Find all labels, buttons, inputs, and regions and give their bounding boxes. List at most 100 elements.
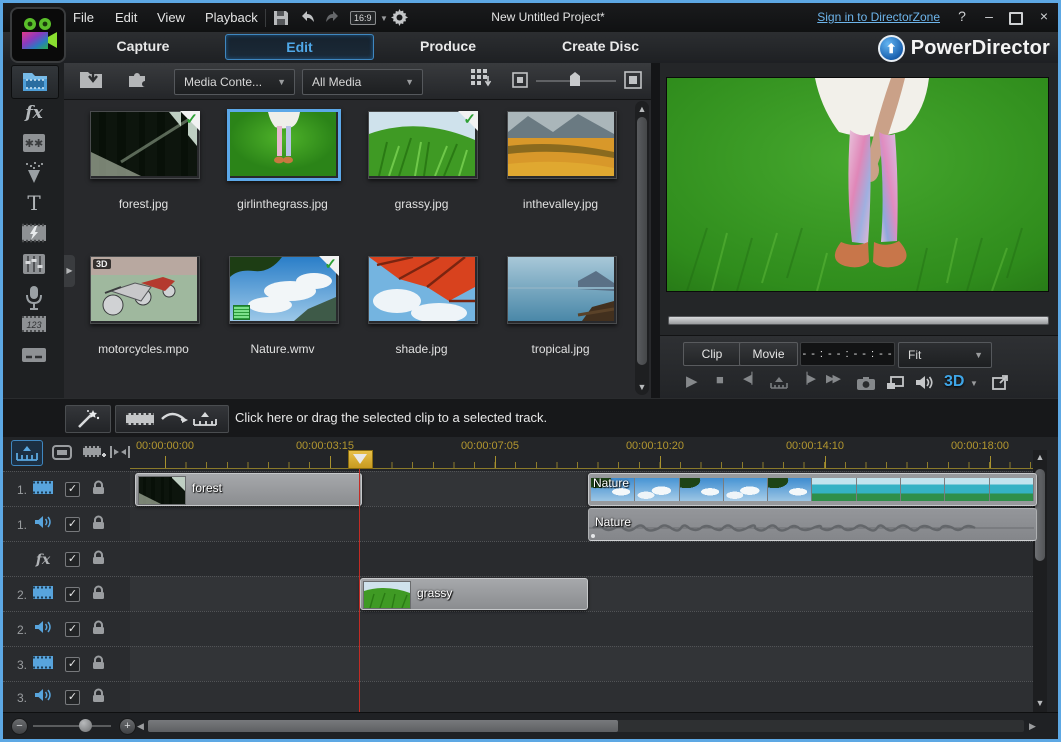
snapshot-camera-icon[interactable] (857, 377, 875, 395)
zoom-out-button[interactable]: − (11, 718, 28, 735)
timeline-ruler[interactable]: 00:00:00:00 00:00:03:15 00:00:07:05 00:0… (130, 437, 1033, 469)
tab-create-disc[interactable]: Create Disc (543, 38, 658, 54)
library-thumb-nature[interactable]: ✓ (229, 256, 339, 324)
volume-icon[interactable] (915, 375, 933, 395)
playhead-line[interactable] (359, 451, 360, 712)
track-enable-checkbox[interactable]: ✓ (65, 482, 80, 497)
thumb-size-small-icon[interactable] (512, 72, 528, 93)
menu-edit[interactable]: Edit (109, 3, 143, 32)
track-audio-2[interactable] (130, 611, 1033, 647)
pane-splitter[interactable] (651, 63, 660, 398)
preview-seek-bar[interactable] (668, 316, 1049, 325)
stop-button[interactable]: ■ (716, 372, 724, 387)
sidebar-item-voiceover-room[interactable] (11, 285, 57, 313)
library-thumb-tropical[interactable] (507, 256, 617, 324)
track-enable-checkbox[interactable]: ✓ (65, 690, 80, 705)
import-media-icon[interactable] (74, 68, 108, 94)
library-explorer-flyout-handle[interactable]: ▶ (64, 255, 75, 287)
clip-mode-button[interactable]: Clip (683, 342, 741, 366)
3d-caret-icon[interactable]: ▼ (970, 379, 978, 388)
previous-frame-button[interactable]: ◀▏ (743, 372, 760, 385)
library-thumb-forest[interactable]: ✓ (90, 111, 200, 179)
menu-playback[interactable]: Playback (199, 3, 264, 32)
sidebar-item-particle-room[interactable] (11, 161, 57, 189)
scroll-down-icon[interactable]: ▼ (635, 382, 649, 392)
3d-toggle-button[interactable]: 3D (944, 373, 964, 391)
maximize-button[interactable] (1006, 8, 1026, 28)
resize-preview-icon[interactable] (992, 375, 1009, 395)
signin-directorzone-link[interactable]: Sign in to DirectorZone (817, 10, 940, 24)
track-enable-checkbox[interactable]: ✓ (65, 552, 80, 567)
next-frame-button[interactable]: ▕▶ (799, 372, 816, 385)
sidebar-item-media-room[interactable] (11, 65, 59, 99)
playhead-marker[interactable] (348, 450, 373, 469)
thumb-size-slider-handle[interactable] (569, 71, 581, 92)
menu-view[interactable]: View (151, 3, 191, 32)
library-scrollbar[interactable]: ▲ ▼ (635, 101, 649, 395)
thumb-size-large-icon[interactable] (624, 71, 642, 94)
scroll-up-icon[interactable]: ▲ (1033, 452, 1047, 462)
scroll-up-icon[interactable]: ▲ (635, 104, 649, 114)
track-audio-3[interactable] (130, 681, 1033, 713)
sort-view-icon[interactable] (464, 68, 498, 94)
scroll-left-icon[interactable]: ◀ (137, 720, 144, 732)
library-thumb-shade[interactable] (368, 256, 478, 324)
track-lock-icon[interactable] (92, 620, 105, 640)
track-lock-icon[interactable] (92, 515, 105, 535)
track-enable-checkbox[interactable]: ✓ (65, 587, 80, 602)
zoom-in-button[interactable]: + (119, 718, 136, 735)
preview-zoom-dropdown[interactable]: Fit ▼ (898, 342, 992, 368)
room-filter-dropdown[interactable]: Media Conte... ▼ (174, 69, 295, 95)
help-button[interactable]: ? (952, 8, 972, 24)
library-scrollbar-thumb[interactable] (637, 117, 647, 365)
clip-grassy[interactable]: grassy (360, 578, 588, 610)
tab-produce[interactable]: Produce (398, 38, 498, 54)
scroll-right-icon[interactable]: ▶ (1029, 720, 1036, 732)
track-enable-checkbox[interactable]: ✓ (65, 657, 80, 672)
track-lock-icon[interactable] (92, 688, 105, 708)
track-lock-icon[interactable] (92, 655, 105, 675)
library-thumb-grassy[interactable]: ✓ (368, 111, 478, 179)
add-to-track-button[interactable] (115, 405, 229, 433)
sidebar-item-subtitle-room[interactable] (11, 347, 57, 375)
fast-forward-button[interactable]: ▶▶ (826, 372, 839, 385)
timeline-view-button[interactable] (11, 440, 43, 466)
storyboard-view-button[interactable] (47, 440, 77, 464)
sidebar-item-chapter-room[interactable]: 123 (11, 315, 57, 343)
library-thumb-inthevalley[interactable] (507, 111, 617, 179)
sidebar-item-effect-room[interactable]: fx (11, 103, 57, 131)
track-enable-checkbox[interactable]: ✓ (65, 517, 80, 532)
timeline-hscrollbar[interactable] (148, 720, 1024, 732)
timeline-hscrollbar-thumb[interactable] (148, 720, 618, 732)
tab-edit[interactable]: Edit (225, 34, 374, 60)
sidebar-item-transition-room[interactable] (11, 223, 57, 251)
media-filter-dropdown[interactable]: All Media ▼ (302, 69, 423, 95)
timecode-display[interactable]: - - : - - : - - : - - (800, 342, 895, 366)
play-button[interactable]: ▶ (686, 372, 698, 390)
track-enable-checkbox[interactable]: ✓ (65, 622, 80, 637)
track-lock-icon[interactable] (92, 480, 105, 500)
clip-nature-audio[interactable]: Nature (588, 508, 1037, 541)
track-lock-icon[interactable] (92, 550, 105, 570)
magic-tools-button[interactable] (65, 405, 111, 433)
timeline-zoom-handle[interactable] (79, 719, 92, 732)
sidebar-item-pip-objects-room[interactable]: ✱✱ (11, 133, 57, 161)
timeline-zoom-slider[interactable] (33, 725, 111, 727)
track-fx[interactable] (130, 541, 1033, 577)
plugin-puzzle-icon[interactable] (120, 68, 154, 94)
track-video-3[interactable] (130, 646, 1033, 682)
sidebar-item-title-room[interactable]: T (11, 191, 57, 219)
library-thumb-girlinthegrass[interactable] (227, 109, 341, 181)
movie-mode-button[interactable]: Movie (739, 342, 798, 366)
clip-forest[interactable]: forest (135, 473, 362, 506)
minimize-button[interactable]: – (979, 8, 999, 24)
scroll-down-icon[interactable]: ▼ (1033, 698, 1047, 708)
menu-file[interactable]: File (67, 3, 100, 32)
track-lock-icon[interactable] (92, 585, 105, 605)
seek-ruler-icon[interactable] (770, 376, 788, 394)
clip-nature-video[interactable]: Nature (588, 473, 1037, 506)
aspect-ratio-badge[interactable]: 16:9 (350, 11, 376, 25)
sidebar-item-audio-mixing-room[interactable] (11, 253, 57, 281)
library-thumb-motorcycles[interactable]: 3D (90, 256, 200, 324)
close-button[interactable]: × (1034, 8, 1054, 24)
